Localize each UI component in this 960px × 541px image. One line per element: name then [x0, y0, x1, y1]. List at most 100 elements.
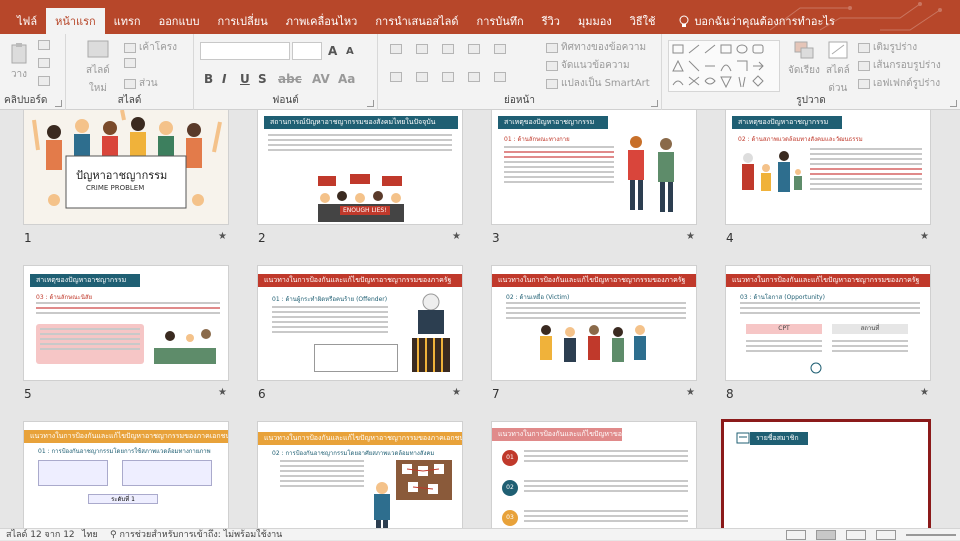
tab-transitions[interactable]: การเปลี่ยน [209, 8, 277, 34]
strikethrough-button[interactable]: abc [278, 72, 302, 86]
font-name-dropdown[interactable] [200, 42, 290, 60]
slide-thumbnail-4[interactable]: สาเหตุของปัญหาอาชญากรรม 02 : ด้านสภาพแวด… [726, 110, 930, 224]
underline-button[interactable]: U [240, 72, 250, 86]
tab-file[interactable]: ไฟล์ [8, 8, 46, 34]
format-painter-button[interactable] [38, 76, 50, 86]
align-center-icon [416, 72, 428, 82]
slide10-header: แนวทางในการป้องกันและแก้ไขปัญหาอาชญากรรม… [258, 432, 462, 445]
tab-insert[interactable]: แทรก [105, 8, 150, 34]
new-slide-button[interactable]: สไลด์ ใหม่ [86, 40, 110, 96]
slide2-header: สถานการณ์ปัญหาอาชญากรรมของสังคมไทยในปัจจ… [264, 116, 458, 129]
change-case-button[interactable]: Aa [338, 72, 355, 86]
layout-button[interactable]: เค้าโครง [124, 40, 177, 55]
quick-styles-button[interactable]: สไตล์ ด่วน [826, 40, 850, 96]
bold-button[interactable]: B [204, 72, 213, 86]
font-launcher[interactable] [367, 100, 374, 107]
slide-thumbnail-9[interactable]: แนวทางในการป้องกันและแก้ไขปัญหาอาชญากรรม… [24, 422, 228, 528]
slide-thumbnail-7[interactable]: แนวทางในการป้องกันและแก้ไขปัญหาอาชญากรรม… [492, 266, 696, 380]
slide-number-6: 6 [258, 387, 266, 401]
detective-board-illustration [374, 460, 452, 528]
transition-star-icon[interactable]: ★ [452, 387, 461, 398]
slide-thumbnail-2[interactable]: สถานการณ์ปัญหาอาชญากรรมของสังคมไทยในปัจจ… [258, 110, 462, 224]
copy-button[interactable] [38, 58, 50, 68]
shape-fill-button[interactable]: เติมรูปร่าง [858, 40, 917, 55]
shape-outline-button[interactable]: เส้นกรอบรูปร่าง [858, 58, 941, 73]
reading-view-button[interactable] [846, 530, 866, 540]
slide8-box-left: CPT [746, 324, 822, 334]
font-size-dropdown[interactable] [292, 42, 322, 60]
increase-indent-button[interactable] [468, 44, 480, 54]
slideshow-view-button[interactable] [876, 530, 896, 540]
accessibility-status[interactable]: ⚲ การช่วยสำหรับการเข้าถึง: ไม่พร้อมใช้งา… [110, 529, 282, 541]
slide-thumbnail-8[interactable]: แนวทางในการป้องกันและแก้ไขปัญหาอาชญากรรม… [726, 266, 930, 380]
shape-effects-button[interactable]: เอฟเฟกต์รูปร่าง [858, 76, 940, 91]
pen-icon [858, 60, 870, 71]
slide-thumbnail-10[interactable]: แนวทางในการป้องกันและแก้ไขปัญหาอาชญากรรม… [258, 422, 462, 528]
normal-view-button[interactable] [786, 530, 806, 540]
slide-thumbnail-11[interactable]: แนวทางในการป้องกันและแก้ไขปัญหาของภาคประ… [492, 422, 696, 528]
brush-icon [38, 76, 50, 86]
shapes-gallery[interactable] [668, 40, 780, 92]
shadow-button[interactable]: S [258, 72, 267, 86]
numbering-button[interactable] [416, 44, 428, 54]
slide2-sign-text: ENOUGH LIES! [340, 206, 390, 215]
slide5-body-text [36, 302, 220, 317]
italic-button[interactable]: I [222, 72, 226, 86]
reset-button[interactable] [124, 58, 136, 68]
align-left-button[interactable] [390, 72, 402, 82]
step-01: 01 [502, 450, 518, 466]
family-illustration [742, 151, 802, 192]
tab-design[interactable]: ออกแบบ [150, 8, 209, 34]
tab-animations[interactable]: ภาพเคลื่อนไหว [277, 8, 367, 34]
slide-thumbnail-1[interactable]: ปัญหาอาชญากรรม CRIME PROBLEM [24, 110, 228, 224]
section-button[interactable]: ส่วน [124, 76, 158, 91]
shrink-font-button[interactable]: A [346, 46, 354, 57]
align-text-button[interactable]: จัดแนวข้อความ [546, 58, 630, 73]
paste-button[interactable]: วาง [10, 42, 28, 82]
bullets-button[interactable] [390, 44, 402, 54]
drawing-launcher[interactable] [950, 100, 957, 107]
transition-star-icon[interactable]: ★ [920, 387, 929, 398]
align-left-icon [390, 72, 402, 82]
columns-button[interactable] [494, 72, 506, 82]
align-center-button[interactable] [416, 72, 428, 82]
tab-help[interactable]: วิธีใช้ [621, 8, 665, 34]
language-indicator[interactable]: ไทย [82, 529, 98, 541]
slide6-note-box [314, 344, 398, 372]
grow-font-button[interactable]: A [328, 44, 337, 58]
char-spacing-button[interactable]: AV [312, 72, 330, 86]
slide-thumbnail-5[interactable]: สาเหตุของปัญหาอาชญากรรม 03 : ด้านลักษณะน… [24, 266, 228, 380]
align-right-button[interactable] [442, 72, 454, 82]
slide11-step1-text [524, 450, 688, 465]
line-spacing-button[interactable] [494, 44, 506, 54]
tab-view[interactable]: มุมมอง [569, 8, 621, 34]
tab-slideshow[interactable]: การนำเสนอสไลด์ [366, 8, 467, 34]
cut-button[interactable] [38, 40, 50, 50]
slide8-body-text [740, 302, 920, 317]
slide-sorter-view-button[interactable] [816, 530, 836, 540]
clipboard-launcher[interactable] [55, 100, 62, 107]
transition-star-icon[interactable]: ★ [686, 387, 695, 398]
text-direction-button[interactable]: ทิศทางของข้อความ [546, 40, 646, 55]
zoom-slider[interactable] [906, 534, 956, 536]
paragraph-launcher[interactable] [651, 100, 658, 107]
tab-home[interactable]: หน้าแรก [46, 8, 105, 34]
slide11-step3-text [524, 510, 688, 525]
cut-icon [38, 40, 50, 50]
slide-thumbnail-12[interactable]: รายชื่อสมาชิก [724, 422, 928, 528]
transition-star-icon[interactable]: ★ [920, 231, 929, 242]
transition-star-icon[interactable]: ★ [218, 387, 227, 398]
convert-smartart-button[interactable]: แปลงเป็น SmartArt [546, 76, 650, 91]
transition-star-icon[interactable]: ★ [686, 231, 695, 242]
tab-recording[interactable]: การบันทึก [468, 8, 533, 34]
tab-review[interactable]: รีวิว [533, 8, 569, 34]
arrange-button[interactable]: จัดเรียง [788, 40, 820, 78]
decrease-indent-button[interactable] [442, 44, 454, 54]
layout-icon [124, 42, 136, 53]
transition-star-icon[interactable]: ★ [218, 231, 227, 242]
slide12-header: รายชื่อสมาชิก [750, 432, 808, 445]
transition-star-icon[interactable]: ★ [452, 231, 461, 242]
slide-thumbnail-3[interactable]: สาเหตุของปัญหาอาชญากรรม 01 : ด้านลักษณะท… [492, 110, 696, 224]
slide-thumbnail-6[interactable]: แนวทางในการป้องกันและแก้ไขปัญหาอาชญากรรม… [258, 266, 462, 380]
justify-button[interactable] [468, 72, 480, 82]
